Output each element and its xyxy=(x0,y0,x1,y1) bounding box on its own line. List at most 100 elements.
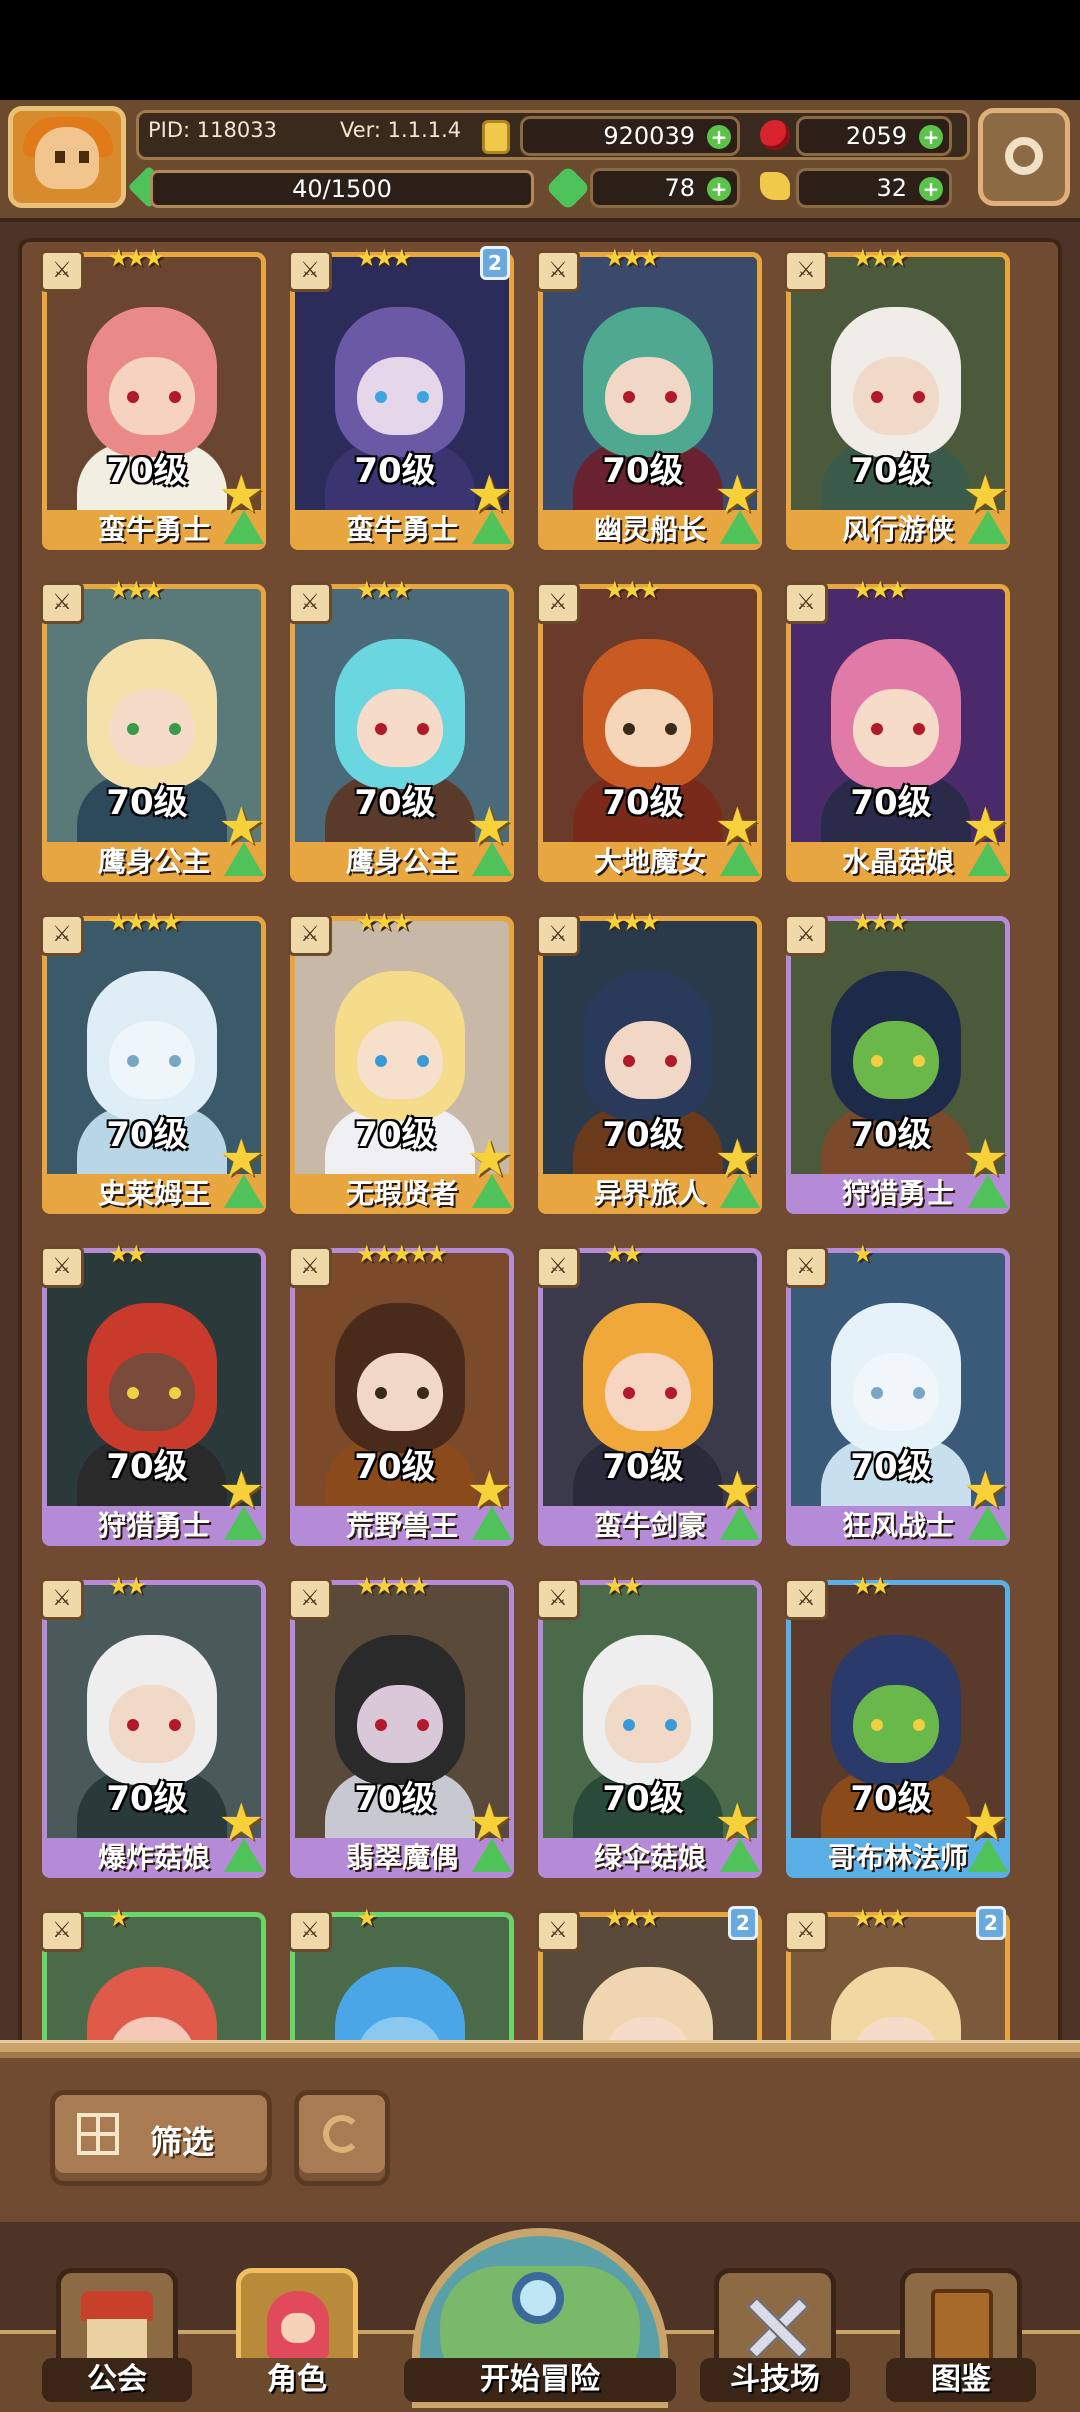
character-card[interactable]: ⚔ ★★★ 2 70级 蛮牛勇士 ★ xyxy=(286,244,516,558)
rarity-stars: ★★ xyxy=(604,1572,643,1600)
rarity-stars: ★★★ xyxy=(852,1904,909,1932)
character-card[interactable]: ⚔ ★★★ 70级 鹰身公主 ★ xyxy=(286,576,516,890)
character-card[interactable]: ⚔ ★ 70级 狂风战士 ★ xyxy=(782,1240,1012,1554)
portrait-eye xyxy=(169,1719,181,1731)
portrait-face xyxy=(853,357,939,435)
player-avatar[interactable] xyxy=(8,106,126,208)
ruby-amount: 2059 xyxy=(845,122,907,150)
game-version: Ver: 1.1.1.4 xyxy=(340,118,462,142)
portrait-eye xyxy=(375,391,387,403)
duplicate-count-badge: 2 xyxy=(728,1906,758,1940)
nav-codex-label[interactable]: 图鉴 xyxy=(886,2358,1036,2402)
portrait-eye xyxy=(913,1387,925,1399)
nav-arena-label[interactable]: 斗技场 xyxy=(700,2358,850,2402)
class-icon: ⚔ xyxy=(288,1578,332,1620)
portrait-eye xyxy=(665,1387,677,1399)
portrait-eye xyxy=(665,723,677,735)
class-icon: ⚔ xyxy=(40,582,84,624)
reset-filter-button[interactable] xyxy=(294,2090,390,2186)
character-card[interactable]: ⚔ ★★★ 70级 狩猎勇士 ★ xyxy=(782,908,1012,1222)
character-card[interactable]: ⚔ ★★ 70级 绿伞菇娘 ★ xyxy=(534,1572,764,1886)
level-up-arrow-icon xyxy=(472,510,512,544)
portrait-eye xyxy=(169,1387,181,1399)
portrait-face xyxy=(605,357,691,435)
class-icon: ⚔ xyxy=(40,1910,84,1952)
rarity-stars: ★★★ xyxy=(604,576,661,604)
portrait-eye xyxy=(871,1055,883,1067)
character-card[interactable]: ⚔ ★★★ 70级 异界旅人 ★ xyxy=(534,908,764,1222)
portrait-eye xyxy=(417,391,429,403)
filter-button[interactable]: 筛选 xyxy=(50,2090,272,2186)
gear-icon xyxy=(1005,137,1043,175)
rarity-stars: ★★★ xyxy=(356,244,413,272)
character-girl-icon xyxy=(267,2291,329,2361)
character-card[interactable]: ⚔ ★★ 70级 哥布林法师 ★ xyxy=(782,1572,1012,1886)
refresh-icon xyxy=(323,2115,361,2153)
character-card[interactable]: ⚔ ★★ 70级 狩猎勇士 ★ xyxy=(38,1240,268,1554)
character-card[interactable]: ⚔ ★★★★ 70级 翡翠魔偶 ★ xyxy=(286,1572,516,1886)
portrait-eye xyxy=(127,1055,139,1067)
add-gold-button[interactable]: + xyxy=(707,125,731,149)
level-up-arrow-icon xyxy=(968,842,1008,876)
character-card[interactable]: ⚔ ★★★ 70级 鹰身公主 ★ xyxy=(38,576,268,890)
character-card[interactable]: ⚔ ★★★ 70级 水晶菇娘 ★ xyxy=(782,576,1012,890)
portrait-eye xyxy=(169,723,181,735)
nav-character-label[interactable]: 角色 xyxy=(222,2358,372,2402)
portrait-eye xyxy=(871,723,883,735)
level-up-arrow-icon xyxy=(472,1838,512,1872)
character-card[interactable]: ⚔ ★★ 70级 蛮牛剑豪 ★ xyxy=(534,1240,764,1554)
portrait-eye xyxy=(127,391,139,403)
grid-icon xyxy=(77,2113,119,2155)
character-card[interactable]: ⚔ ★★★ 70级 幽灵船长 ★ xyxy=(534,244,764,558)
settings-button[interactable] xyxy=(978,108,1070,206)
avatar-eye xyxy=(79,151,89,163)
level-up-arrow-icon xyxy=(968,1174,1008,1208)
portrait-eye xyxy=(623,1719,635,1731)
level-up-arrow-icon xyxy=(224,1506,264,1540)
class-icon: ⚔ xyxy=(536,1578,580,1620)
class-icon: ⚔ xyxy=(784,582,828,624)
portrait-eye xyxy=(169,391,181,403)
rarity-stars: ★★★ xyxy=(604,1904,661,1932)
character-card[interactable]: ⚔ ★★★ 2 xyxy=(782,1904,1012,2056)
character-card[interactable]: ⚔ ★ xyxy=(286,1904,516,2056)
character-card[interactable]: ⚔ ★★★ 70级 蛮牛勇士 ★ xyxy=(38,244,268,558)
class-icon: ⚔ xyxy=(40,1246,84,1288)
level-up-arrow-icon xyxy=(224,1838,264,1872)
ruby-counter: 2059 + xyxy=(796,116,952,156)
character-card[interactable]: ⚔ ★★★ 70级 大地魔女 ★ xyxy=(534,576,764,890)
character-card[interactable]: ⚔ ★★★★ 70级 史莱姆王 ★ xyxy=(38,908,268,1222)
character-grid[interactable]: ⚔ ★★★ 70级 蛮牛勇士 ★ ⚔ ★★★ 2 70级 蛮牛勇士 ★ ⚔ ★★★ 70级 幽灵船长 ★ ⚔ ★★… xyxy=(18,244,1062,2056)
nav-guild-label[interactable]: 公会 xyxy=(42,2358,192,2402)
portrait-face xyxy=(853,1021,939,1099)
add-ruby-button[interactable]: + xyxy=(919,125,943,149)
level-up-arrow-icon xyxy=(224,510,264,544)
rarity-stars: ★★ xyxy=(108,1572,147,1600)
portrait-face xyxy=(357,1353,443,1431)
rarity-stars: ★★★★★ xyxy=(356,1240,448,1268)
portrait-eye xyxy=(623,391,635,403)
class-icon: ⚔ xyxy=(288,914,332,956)
portrait-eye xyxy=(871,1387,883,1399)
portrait-face xyxy=(357,357,443,435)
gold-coin-icon xyxy=(482,120,510,154)
level-up-arrow-icon xyxy=(968,510,1008,544)
character-card[interactable]: ⚔ ★★★ 70级 风行游侠 ★ xyxy=(782,244,1012,558)
character-card[interactable]: ⚔ ★★★ 70级 无瑕贤者 ★ xyxy=(286,908,516,1222)
rarity-stars: ★★★★ xyxy=(108,908,182,936)
clover-counter: 78 + xyxy=(590,168,740,208)
character-card[interactable]: ⚔ ★★★★★ 70级 荒野兽王 ★ xyxy=(286,1240,516,1554)
add-key-button[interactable]: + xyxy=(919,177,943,201)
portrait-face xyxy=(853,689,939,767)
rarity-stars: ★ xyxy=(356,1904,377,1932)
nav-adventure-label[interactable]: 开始冒险 xyxy=(404,2358,676,2402)
guild-house-icon xyxy=(81,2291,153,2361)
rarity-stars: ★★★ xyxy=(852,576,909,604)
character-card[interactable]: ⚔ ★★ 70级 爆炸菇娘 ★ xyxy=(38,1572,268,1886)
add-clover-button[interactable]: + xyxy=(707,177,731,201)
portrait-eye xyxy=(665,1719,677,1731)
level-up-arrow-icon xyxy=(720,510,760,544)
character-card[interactable]: ⚔ ★ xyxy=(38,1904,268,2056)
character-card[interactable]: ⚔ ★★★ 2 xyxy=(534,1904,764,2056)
portrait-eye xyxy=(623,723,635,735)
